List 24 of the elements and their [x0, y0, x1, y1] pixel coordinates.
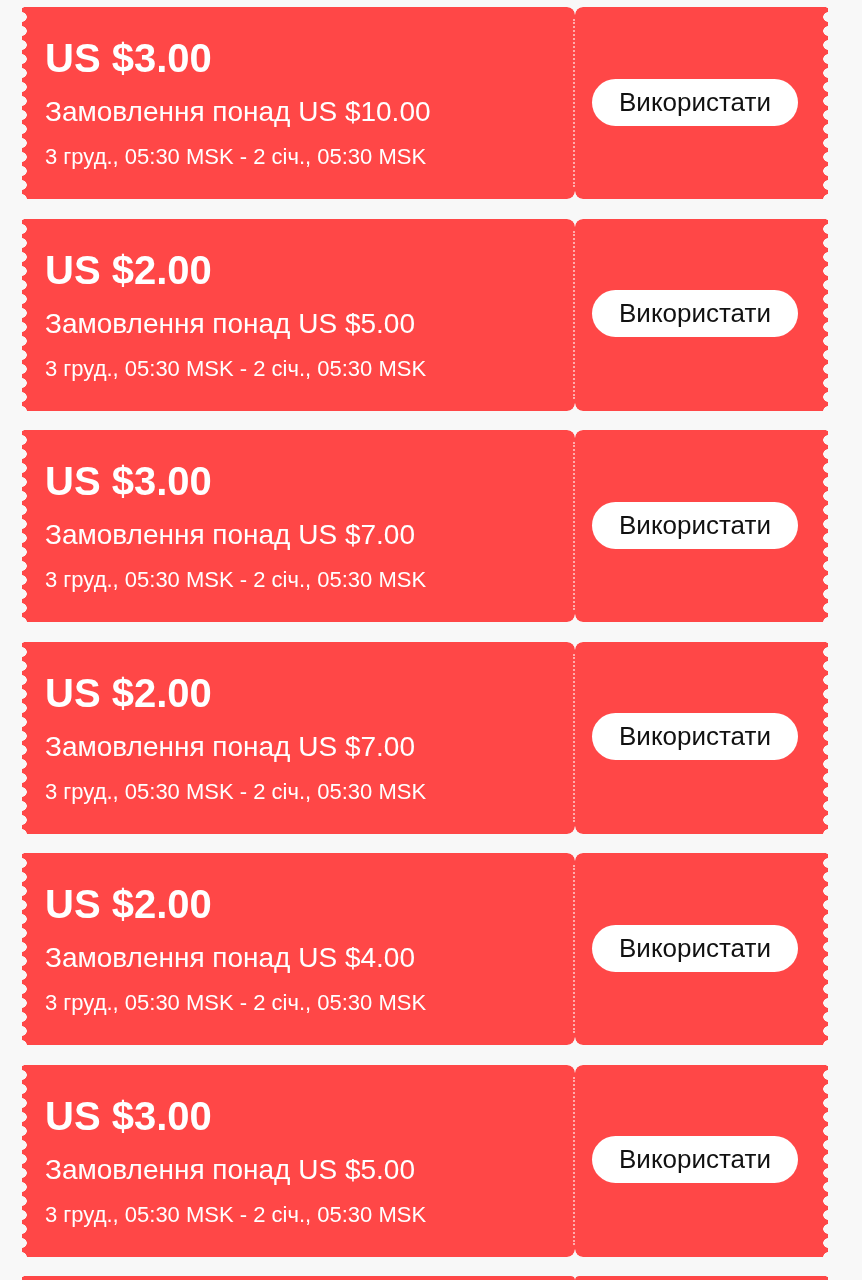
discount-amount: US $2.00 [45, 672, 212, 713]
minimum-order-text: Замовлення понад US $4.00 [45, 944, 415, 972]
discount-amount: US $2.00 [45, 249, 212, 290]
validity-period-text: 3 груд., 05:30 MSK - 2 січ., 05:30 MSK [45, 1203, 427, 1226]
validity-period-text: 3 груд., 05:30 MSK - 2 січ., 05:30 MSK [45, 146, 427, 168]
discount-amount: US $3.00 [45, 38, 212, 78]
use-button[interactable]: Використати [592, 290, 798, 337]
validity-period-text: 3 груд., 05:30 MSK - 2 січ., 05:30 MSK [45, 992, 427, 1014]
discount-amount: US $3.00 [45, 1095, 212, 1136]
minimum-order-text: Замовлення понад US $10.00 [45, 98, 431, 126]
minimum-order-text: Замовлення понад US $5.00 [45, 1155, 415, 1184]
minimum-order-text: Замовлення понад US $7.00 [45, 732, 415, 761]
use-button[interactable]: Використати [592, 713, 798, 760]
validity-period-text: 3 груд., 05:30 MSK - 2 січ., 05:30 MSK [45, 357, 427, 380]
use-button[interactable]: Використати [592, 501, 798, 549]
use-button[interactable]: Використати [592, 1136, 798, 1183]
use-button[interactable]: Використати [592, 78, 798, 126]
discount-amount: US $3.00 [45, 461, 212, 501]
discount-amount: US $2.00 [45, 884, 212, 924]
use-button[interactable]: Використати [592, 924, 798, 972]
validity-period-text: 3 груд., 05:30 MSK - 2 січ., 05:30 MSK [45, 780, 427, 803]
validity-period-text: 3 груд., 05:30 MSK - 2 січ., 05:30 MSK [45, 569, 427, 591]
minimum-order-text: Замовлення понад US $5.00 [45, 309, 415, 338]
minimum-order-text: Замовлення понад US $7.00 [45, 521, 415, 549]
